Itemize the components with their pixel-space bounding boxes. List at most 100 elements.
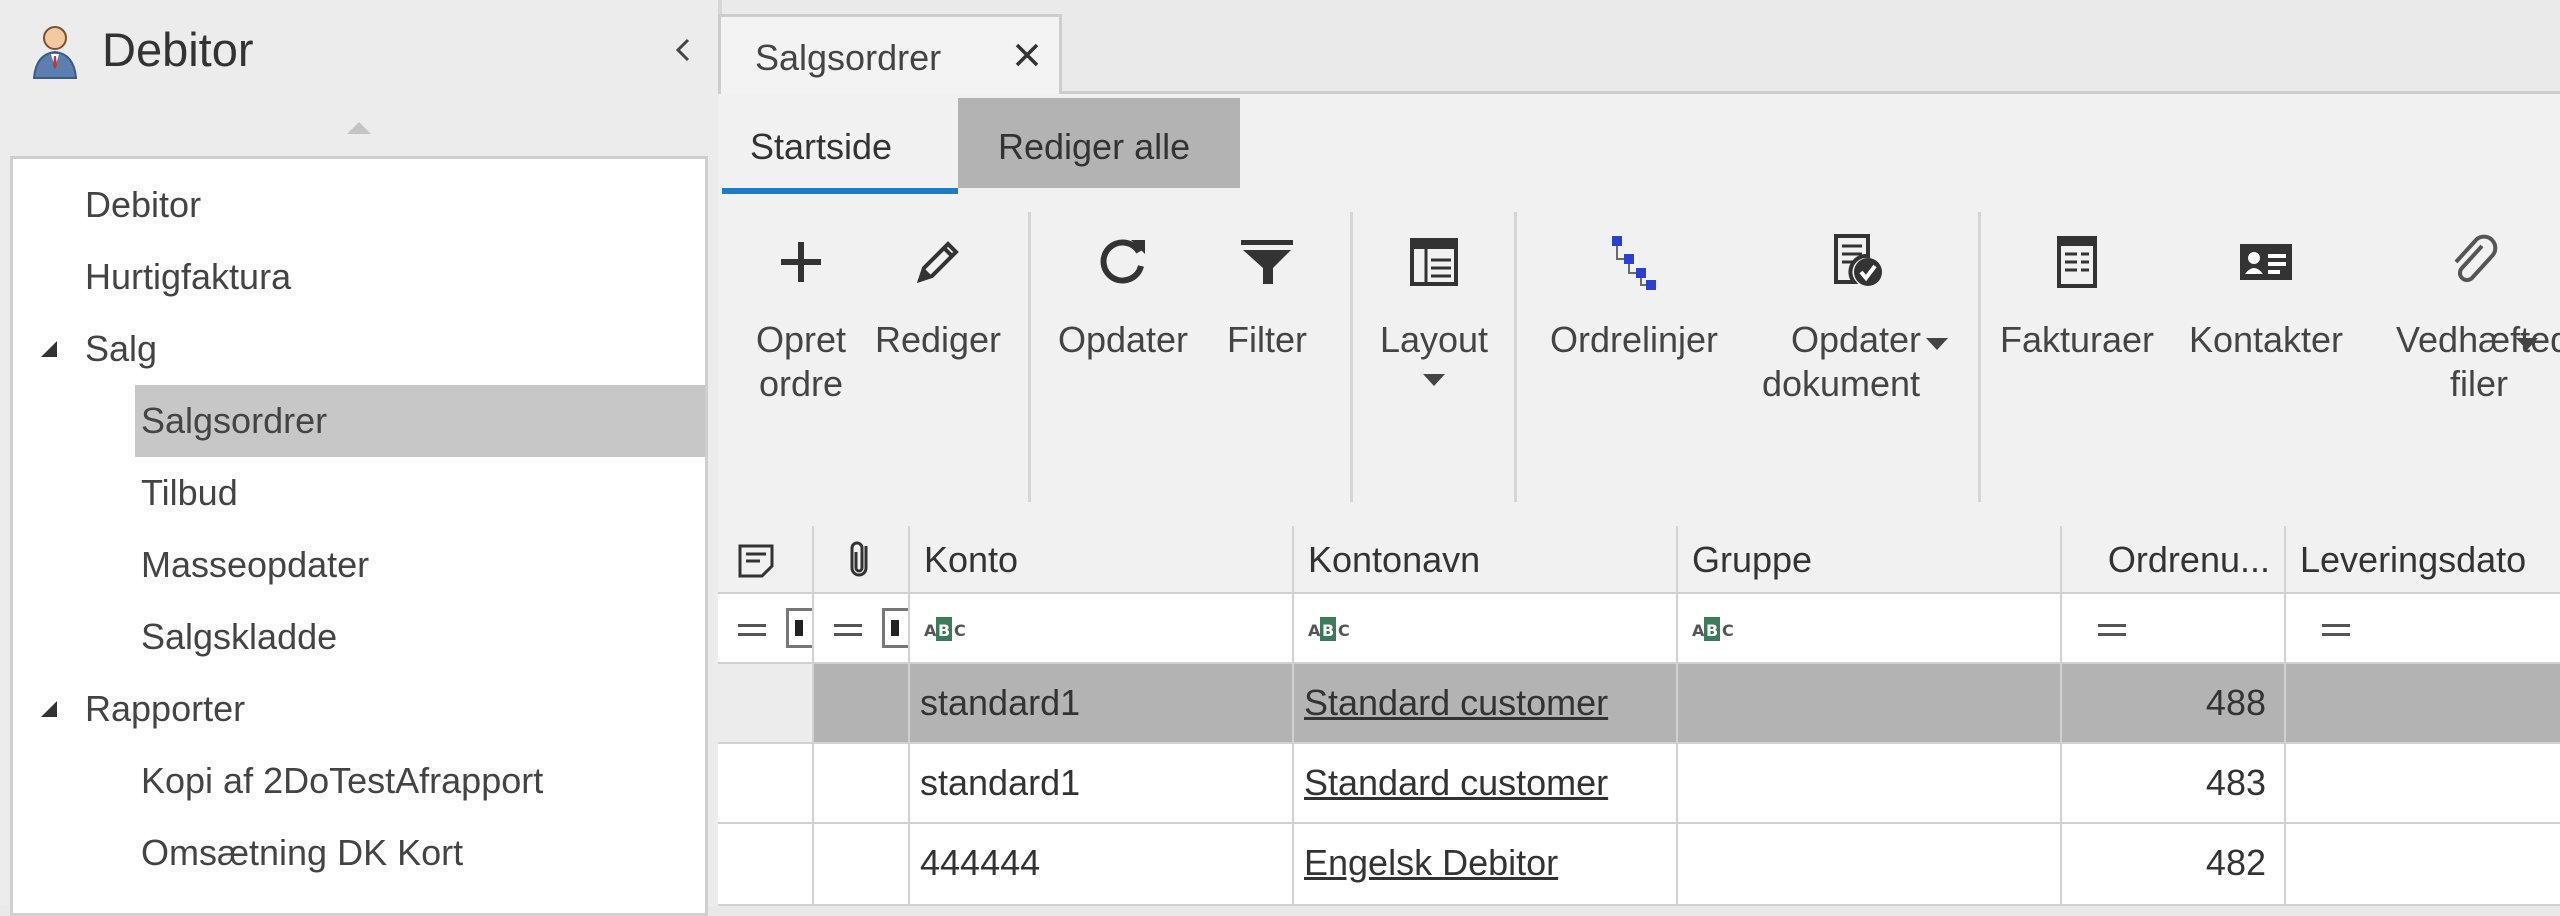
checkbox-filter[interactable] <box>786 608 812 648</box>
pencil-icon <box>916 241 959 284</box>
scroll-up-arrow-icon[interactable] <box>344 116 374 138</box>
attachments-filter-cell[interactable] <box>814 594 910 664</box>
attachments-dropdown-button[interactable]: Vedhæfted filer <box>2370 230 2560 490</box>
button-label: Fakturaer <box>1999 319 2155 360</box>
nav-item-label: Salgskladde <box>141 616 338 657</box>
column-header-gruppe[interactable]: Gruppe <box>1678 526 2062 594</box>
ribbon-tab-label: Startside <box>750 126 893 167</box>
nav-item-salgsordrer[interactable]: Salgsordrer <box>135 385 705 457</box>
nav-item-label: Omsætning DK Kort <box>141 832 464 873</box>
kontonavn-cell[interactable]: Standard customer <box>1294 744 1678 824</box>
nav-item-omsaetning-dk-kort[interactable]: Omsætning DK Kort <box>135 817 705 889</box>
gruppe-cell[interactable] <box>1678 664 2062 744</box>
ribbon-separator <box>1350 212 1353 502</box>
ordrenummer-cell[interactable]: 488 <box>2062 664 2286 744</box>
gruppe-cell[interactable] <box>1678 824 2062 906</box>
contact-card-icon <box>2240 244 2292 280</box>
kontonavn-cell[interactable]: Engelsk Debitor <box>1294 824 1678 906</box>
refresh-button[interactable]: Opdater <box>1048 230 1198 490</box>
attachments-column-header[interactable] <box>814 526 910 594</box>
note-icon <box>738 544 774 578</box>
konto-cell[interactable]: standard1 <box>910 664 1294 744</box>
attachment-cell[interactable] <box>814 664 910 744</box>
leveringsdato-cell[interactable] <box>2286 824 2560 906</box>
konto-cell[interactable]: standard1 <box>910 744 1294 824</box>
leveringsdato-cell[interactable] <box>2286 664 2560 744</box>
nav-group-salg[interactable]: Salg <box>41 313 705 385</box>
close-icon[interactable] <box>1007 35 1047 75</box>
gruppe-cell[interactable] <box>1678 744 2062 824</box>
row-indicator-cell[interactable] <box>718 824 814 906</box>
order-lines-button[interactable]: Ordrelinjer <box>1536 230 1732 490</box>
document-tab-salgsordrer[interactable]: Salgsordrer <box>718 14 1062 94</box>
column-header-ordrenummer[interactable]: Ordrenu... <box>2062 526 2286 594</box>
nav-item-debitor[interactable]: Debitor <box>85 169 705 241</box>
invoices-button[interactable]: Fakturaer <box>1996 230 2158 490</box>
column-header-kontonavn[interactable]: Kontonavn <box>1294 526 1678 594</box>
sales-orders-grid: Konto Kontonavn Gruppe Ordrenu... Leveri… <box>718 526 2560 906</box>
svg-text:A: A <box>1308 621 1321 640</box>
button-label: Opret <box>755 319 847 360</box>
leveringsdato-filter-cell[interactable] <box>2286 594 2560 664</box>
ordrenummer-filter-cell[interactable] <box>2062 594 2286 664</box>
main-area: Salgsordrer Startside Rediger alle Opret… <box>718 0 2560 906</box>
gruppe-filter-cell[interactable]: A B C <box>1678 594 2062 664</box>
notes-column-header[interactable] <box>718 526 814 594</box>
ribbon-tab-rediger-alle[interactable]: Rediger alle <box>958 98 1240 188</box>
contacts-button[interactable]: Kontakter <box>2182 230 2350 490</box>
equals-operator-icon <box>2322 624 2350 636</box>
ordrenummer-cell[interactable]: 482 <box>2062 824 2286 906</box>
layout-icon <box>1410 238 1458 286</box>
nav-item-kopi-af-2dotestafrapport[interactable]: Kopi af 2DoTestAfrapport <box>135 745 705 817</box>
nav-item-hurtigfaktura[interactable]: Hurtigfaktura <box>85 241 705 313</box>
navigation-title: Debitor <box>102 23 254 76</box>
row-indicator-cell[interactable] <box>718 664 814 744</box>
nav-item-label: Tilbud <box>141 472 238 513</box>
ribbon-tab-startside[interactable]: Startside <box>722 98 958 194</box>
checkbox-filter[interactable] <box>882 608 908 648</box>
nav-item-salgskladde[interactable]: Salgskladde <box>135 601 705 673</box>
nav-item-label: Salgsordrer <box>141 400 328 441</box>
equals-operator-icon <box>2098 624 2126 636</box>
paperclip-icon <box>850 541 868 577</box>
funnel-icon <box>1241 240 1293 284</box>
chevron-down-icon <box>1423 374 1445 386</box>
customer-link[interactable]: Standard customer <box>1304 762 1608 803</box>
edit-button[interactable]: Rediger <box>870 230 1006 490</box>
invoice-icon <box>2057 236 2097 288</box>
create-order-button[interactable]: Opret ordre <box>736 230 866 490</box>
expanded-triangle-icon[interactable] <box>35 673 65 745</box>
button-label: dokument <box>1761 363 1921 404</box>
nav-item-masseopdater[interactable]: Masseopdater <box>135 529 705 601</box>
konto-filter-cell[interactable]: A B C <box>910 594 1294 664</box>
customer-link[interactable]: Standard customer <box>1304 682 1608 723</box>
nav-group-rapporter[interactable]: Rapporter <box>41 673 705 745</box>
ordrenummer-cell[interactable]: 483 <box>2062 744 2286 824</box>
ribbon-separator <box>1028 212 1031 502</box>
konto-cell[interactable]: 444444 <box>910 824 1294 906</box>
expanded-triangle-icon[interactable] <box>35 313 65 385</box>
layout-dropdown-button[interactable]: Layout <box>1368 230 1500 490</box>
column-header-leveringsdato[interactable]: Leveringsdato <box>2286 526 2560 594</box>
collapse-pane-chevron-icon[interactable] <box>668 30 698 70</box>
row-indicator-cell[interactable] <box>718 744 814 824</box>
navigation-header: Debitor <box>0 0 718 110</box>
attachment-cell[interactable] <box>814 744 910 824</box>
attachment-cell[interactable] <box>814 824 910 906</box>
notes-filter-cell[interactable] <box>718 594 814 664</box>
tree-icon <box>1612 236 1656 290</box>
ribbon-separator <box>1514 212 1517 502</box>
kontonavn-filter-cell[interactable]: A B C <box>1294 594 1678 664</box>
plus-icon <box>781 242 821 282</box>
button-label: Rediger <box>874 319 1002 360</box>
filter-button[interactable]: Filter <box>1204 230 1330 490</box>
update-document-dropdown-button[interactable]: Opdater dokument <box>1746 230 1966 490</box>
nav-item-tilbud[interactable]: Tilbud <box>135 457 705 529</box>
nav-item-label: Hurtigfaktura <box>85 256 292 297</box>
button-label: Kontakter <box>2188 319 2344 360</box>
leveringsdato-cell[interactable] <box>2286 744 2560 824</box>
column-header-konto[interactable]: Konto <box>910 526 1294 594</box>
kontonavn-cell[interactable]: Standard customer <box>1294 664 1678 744</box>
button-label: Filter <box>1227 319 1307 360</box>
customer-link[interactable]: Engelsk Debitor <box>1304 842 1558 883</box>
